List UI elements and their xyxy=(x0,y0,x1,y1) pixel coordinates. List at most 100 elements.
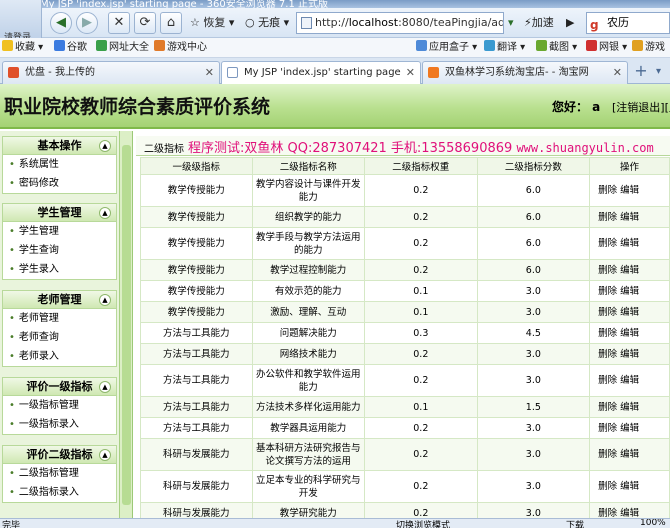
delete-link[interactable]: 删除 xyxy=(598,402,617,413)
speedup-label: 加速 xyxy=(531,16,554,29)
favorites-bar: 收藏 ▾ 谷歌 网址大全 游戏中心 应用盒子 ▾ 翻译 ▾ 截图 ▾ 网银 ▾ … xyxy=(0,38,670,58)
cell-actions: 删除 编辑 xyxy=(589,396,670,418)
close-icon[interactable]: ✕ xyxy=(406,62,415,83)
edit-link[interactable]: 编辑 xyxy=(620,212,639,223)
tab-taobao[interactable]: 双鱼林学习系统淘宝店- - 淘宝网 ✕ xyxy=(422,61,628,84)
delete-link[interactable]: 删除 xyxy=(598,508,617,519)
fav-apps[interactable]: 应用盒子 ▾ xyxy=(416,38,477,58)
edit-link[interactable]: 编辑 xyxy=(620,286,639,297)
sidebar-item-password[interactable]: 密码修改 xyxy=(3,174,116,193)
fav-screenshot[interactable]: 截图 ▾ xyxy=(536,38,577,58)
menu-group-header[interactable]: 老师管理 ▲ xyxy=(3,291,116,309)
edit-link[interactable]: 编辑 xyxy=(620,402,639,413)
menu-group-header[interactable]: 评价二级指标 ▲ xyxy=(3,446,116,464)
scrollbar-thumb[interactable] xyxy=(122,145,131,505)
search-input[interactable]: g 农历 xyxy=(586,12,670,34)
sidebar-item-level1-manage[interactable]: 一级指标管理 xyxy=(3,396,116,415)
fav-google[interactable]: 谷歌 xyxy=(54,38,87,58)
chevron-up-icon[interactable]: ▲ xyxy=(99,449,111,461)
sidebar-item-level2-add[interactable]: 二级指标录入 xyxy=(3,483,116,502)
delete-link[interactable]: 删除 xyxy=(598,286,617,297)
address-bar[interactable]: http://localhost:8080/teaPingjia/admin xyxy=(296,12,504,34)
close-icon[interactable]: ✕ xyxy=(613,62,622,83)
cell-actions: 删除 编辑 xyxy=(589,174,670,207)
cell-weight: 0.2 xyxy=(364,364,478,397)
extra-link[interactable]: [显 xyxy=(665,101,670,114)
sidebar-item-teacher-query[interactable]: 老师查询 xyxy=(3,328,116,347)
edit-link[interactable]: 编辑 xyxy=(620,449,639,460)
menu-group-header[interactable]: 学生管理 ▲ xyxy=(3,204,116,222)
edit-link[interactable]: 编辑 xyxy=(620,481,639,492)
table-row: 教学传授能力 教学内容设计与课件开发能力 0.2 6.0 删除 编辑 xyxy=(140,174,670,207)
sidebar-item-system[interactable]: 系统属性 xyxy=(3,155,116,174)
edit-link[interactable]: 编辑 xyxy=(620,328,639,339)
browser-title-bar: My JSP 'index.jsp' starting page - 360安全… xyxy=(0,0,670,8)
fav-games[interactable]: 游戏 xyxy=(632,38,665,58)
edit-link[interactable]: 编辑 xyxy=(620,265,639,276)
delete-link[interactable]: 删除 xyxy=(598,238,617,249)
fav-collect[interactable]: 收藏 ▾ xyxy=(2,38,43,58)
edit-link[interactable]: 编辑 xyxy=(620,349,639,360)
cell-level1: 科研与发展能力 xyxy=(140,438,253,471)
delete-link[interactable]: 删除 xyxy=(598,375,617,386)
cell-name: 组织教学的能力 xyxy=(251,206,366,228)
sidebar-item-level1-add[interactable]: 一级指标录入 xyxy=(3,415,116,434)
tools-button[interactable]: ▶ xyxy=(566,12,574,34)
edit-link[interactable]: 编辑 xyxy=(620,185,639,196)
menu-group-header[interactable]: 基本操作 ▲ xyxy=(3,137,116,155)
fav-game[interactable]: 游戏中心 xyxy=(154,38,207,58)
sidebar-item-teacher-add[interactable]: 老师录入 xyxy=(3,347,116,366)
sidebar-item-level2-manage[interactable]: 二级指标管理 xyxy=(3,464,116,483)
browser-toolbar: 请登录 ◀ ▶ ✕ ⟳ ⌂ ☆ 恢复 ▾ ○ 无痕 ▾ http://local… xyxy=(0,0,670,46)
fav-netbank[interactable]: 网银 ▾ xyxy=(586,38,627,58)
zoom-level[interactable]: 100% xyxy=(640,519,666,528)
delete-link[interactable]: 删除 xyxy=(598,328,617,339)
tab-list-icon[interactable]: ▾ xyxy=(656,61,670,83)
edit-link[interactable]: 编辑 xyxy=(620,508,639,519)
chevron-up-icon[interactable]: ▲ xyxy=(99,140,111,152)
edit-link[interactable]: 编辑 xyxy=(620,238,639,249)
forward-button[interactable]: ▶ xyxy=(76,12,98,34)
star-icon xyxy=(2,40,13,51)
logout-link[interactable]: [注销退出][显 xyxy=(612,99,670,115)
bank-icon xyxy=(586,40,597,51)
refresh-icon[interactable]: ⟳ xyxy=(134,12,156,34)
delete-link[interactable]: 删除 xyxy=(598,185,617,196)
sidebar-item-teacher-manage[interactable]: 老师管理 xyxy=(3,309,116,328)
download-button[interactable]: 下载 xyxy=(566,519,584,528)
fav-site[interactable]: 网址大全 xyxy=(96,38,149,58)
delete-link[interactable]: 删除 xyxy=(598,423,617,434)
tab-upan[interactable]: 优盘 - 我上传的 ✕ xyxy=(2,61,220,84)
menu-group-header[interactable]: 评价一级指标 ▲ xyxy=(3,378,116,396)
restore-button[interactable]: ☆ 恢复 ▾ xyxy=(190,12,234,34)
back-button[interactable]: ◀ xyxy=(50,12,72,34)
delete-link[interactable]: 删除 xyxy=(598,212,617,223)
delete-link[interactable]: 删除 xyxy=(598,265,617,276)
sidebar-item-student-query[interactable]: 学生查询 xyxy=(3,241,116,260)
new-tab-button[interactable]: + xyxy=(630,61,652,83)
address-dropdown-icon[interactable]: ▾ xyxy=(508,12,514,34)
edit-link[interactable]: 编辑 xyxy=(620,307,639,318)
switch-mode-button[interactable]: 切换浏览模式 xyxy=(396,519,450,528)
sidebar-item-student-add[interactable]: 学生录入 xyxy=(3,260,116,279)
fav-translate[interactable]: 翻译 ▾ xyxy=(484,38,525,58)
sidebar-item-student-manage[interactable]: 学生管理 xyxy=(3,222,116,241)
delete-link[interactable]: 删除 xyxy=(598,349,617,360)
nohost-button[interactable]: ○ 无痕 ▾ xyxy=(245,12,289,34)
speedup-button[interactable]: ⚡加速 xyxy=(524,12,554,34)
delete-link[interactable]: 删除 xyxy=(598,307,617,318)
edit-link[interactable]: 编辑 xyxy=(620,423,639,434)
menu-group-basic: 基本操作 ▲ 系统属性 密码修改 xyxy=(2,136,117,194)
chevron-up-icon[interactable]: ▲ xyxy=(99,381,111,393)
stop-icon[interactable]: ✕ xyxy=(108,12,130,34)
chevron-up-icon[interactable]: ▲ xyxy=(99,207,111,219)
delete-link[interactable]: 删除 xyxy=(598,449,617,460)
close-icon[interactable]: ✕ xyxy=(205,62,214,83)
edit-link[interactable]: 编辑 xyxy=(620,375,639,386)
tab-index-jsp[interactable]: My JSP 'index.jsp' starting page ✕ xyxy=(221,61,421,85)
delete-link[interactable]: 删除 xyxy=(598,481,617,492)
translate-icon xyxy=(484,40,495,51)
sidebar-scrollbar[interactable] xyxy=(119,131,132,518)
chevron-up-icon[interactable]: ▲ xyxy=(99,294,111,306)
home-icon[interactable]: ⌂ xyxy=(160,12,182,34)
